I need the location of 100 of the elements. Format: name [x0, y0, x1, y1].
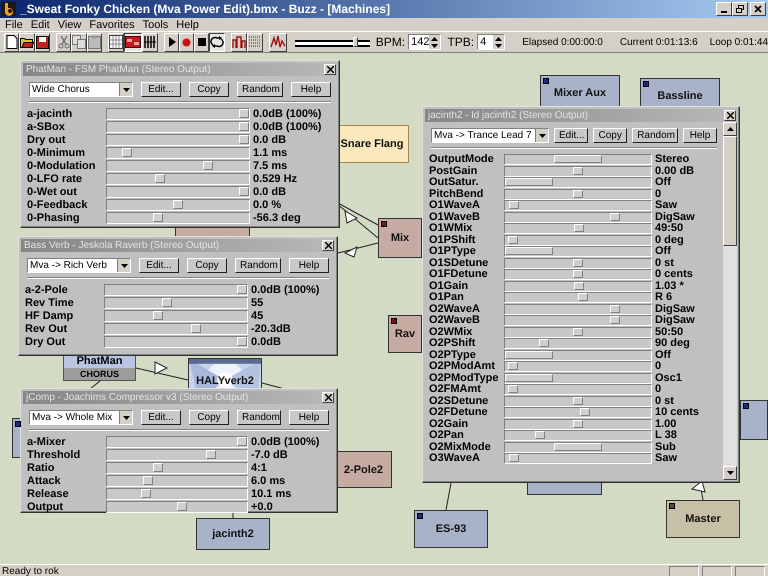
parameter-slider[interactable] [106, 173, 250, 185]
parameter-slider[interactable] [504, 315, 652, 326]
parameter-slider[interactable] [106, 488, 248, 500]
parameter-slider[interactable] [106, 436, 248, 448]
window-button[interactable]: Random [237, 410, 281, 425]
machine-box[interactable]: jacinth2 [196, 518, 270, 550]
scroll-up-button[interactable] [723, 122, 737, 136]
menu-item[interactable]: View [54, 18, 86, 30]
parameter-slider[interactable] [504, 407, 652, 418]
window-button[interactable]: Copy [187, 258, 227, 273]
parameter-slider[interactable] [106, 121, 250, 133]
window-button[interactable]: Copy [593, 128, 628, 143]
parameter-slider[interactable] [106, 147, 250, 159]
window-button[interactable]: Edit... [141, 82, 181, 97]
preset-dropdown[interactable]: Wide Chorus [29, 82, 133, 97]
menu-item[interactable]: Help [173, 18, 204, 30]
machine-box[interactable]: Master [666, 500, 740, 538]
down-arrow-icon[interactable] [431, 44, 438, 48]
scrollbar[interactable] [723, 122, 737, 480]
parameter-slider[interactable] [504, 384, 652, 395]
toolbar-button[interactable] [124, 32, 142, 52]
close-button[interactable] [322, 240, 334, 251]
machine-box[interactable]: Mix [378, 218, 422, 258]
parameter-slider[interactable] [504, 269, 652, 280]
parameter-slider[interactable] [504, 326, 652, 338]
window-button[interactable]: Help [291, 82, 331, 97]
toolbar-button[interactable] [209, 32, 226, 52]
machine-box[interactable]: 2-Pole2 [335, 451, 392, 488]
parameter-slider[interactable] [104, 284, 248, 296]
parameter-slider[interactable] [504, 372, 652, 384]
up-arrow-icon[interactable] [431, 36, 438, 40]
window-button[interactable]: Random [235, 258, 281, 273]
window-button[interactable]: Edit... [141, 410, 181, 425]
parameter-slider[interactable] [504, 442, 652, 452]
parameter-slider[interactable] [504, 154, 652, 165]
parameter-slider[interactable] [504, 350, 652, 360]
window-button[interactable]: Help [289, 410, 329, 425]
window-button[interactable]: Random [237, 82, 283, 97]
parameter-slider[interactable] [504, 292, 652, 303]
parameter-slider[interactable] [504, 188, 652, 200]
restore-button[interactable] [732, 2, 748, 16]
parameter-slider[interactable] [504, 246, 652, 257]
parameter-slider[interactable] [504, 280, 652, 292]
parameter-slider[interactable] [106, 462, 248, 474]
scroll-down-button[interactable] [723, 466, 737, 480]
preset-dropdown[interactable]: Mva -> Whole Mix [29, 410, 133, 425]
close-button[interactable] [324, 64, 336, 75]
parameter-slider[interactable] [106, 186, 250, 198]
parameter-slider[interactable] [106, 108, 250, 120]
minimize-button[interactable] [716, 2, 732, 16]
close-button[interactable] [724, 110, 736, 121]
parameter-slider[interactable] [504, 396, 652, 406]
window-button[interactable]: Copy [189, 82, 229, 97]
parameter-slider[interactable] [504, 212, 652, 222]
parameter-slider[interactable] [106, 449, 248, 461]
parameter-slider[interactable] [106, 212, 250, 224]
window-button[interactable]: Edit... [139, 258, 179, 273]
parameter-slider[interactable] [104, 310, 248, 322]
parameter-slider[interactable] [106, 134, 250, 146]
machine-box[interactable]: ES-93 [414, 510, 488, 548]
bpm-field[interactable]: 142 [408, 34, 442, 50]
parameter-slider[interactable] [104, 297, 248, 309]
preset-dropdown[interactable]: Mva -> Trance Lead 7 [431, 128, 549, 143]
machine-box[interactable]: Rav [388, 315, 422, 353]
menu-item[interactable]: Tools [140, 18, 174, 30]
parameter-slider[interactable] [106, 199, 250, 211]
window-button[interactable]: Random [632, 128, 678, 143]
up-arrow-icon[interactable] [495, 36, 502, 40]
preset-dropdown[interactable]: Mva -> Rich Verb [27, 258, 131, 273]
down-arrow-icon[interactable] [495, 44, 502, 48]
window-button[interactable]: Help [289, 258, 329, 273]
parameter-slider[interactable] [504, 166, 652, 176]
parameter-slider[interactable] [504, 430, 652, 441]
parameter-slider[interactable] [504, 177, 652, 188]
parameter-slider[interactable] [104, 336, 248, 348]
parameter-slider[interactable] [504, 361, 652, 372]
parameter-slider[interactable] [504, 200, 652, 211]
parameter-slider[interactable] [106, 475, 248, 487]
parameter-slider[interactable] [106, 160, 250, 172]
window-button[interactable]: Copy [189, 410, 229, 425]
parameter-slider[interactable] [104, 323, 248, 335]
close-button[interactable] [750, 2, 766, 16]
parameter-slider[interactable] [504, 418, 652, 430]
window-button[interactable]: Help [683, 128, 717, 143]
parameter-slider[interactable] [504, 304, 652, 314]
parameter-slider[interactable] [504, 223, 652, 234]
scroll-thumb[interactable] [723, 136, 737, 246]
parameter-slider[interactable] [504, 338, 652, 349]
parameter-slider[interactable] [504, 234, 652, 246]
close-button[interactable] [322, 392, 334, 403]
machine-box[interactable] [740, 400, 768, 440]
menu-item[interactable]: Edit [28, 18, 55, 30]
menu-item[interactable]: File [2, 18, 28, 30]
menu-item[interactable]: Favorites [86, 18, 140, 30]
tpb-field[interactable]: 4 [477, 34, 506, 50]
parameter-slider[interactable] [504, 453, 652, 464]
parameter-slider[interactable] [504, 258, 652, 268]
window-button[interactable]: Edit... [554, 128, 588, 143]
parameter-slider[interactable] [106, 501, 248, 513]
machine-box[interactable]: PhatMan CHORUS [63, 355, 136, 381]
